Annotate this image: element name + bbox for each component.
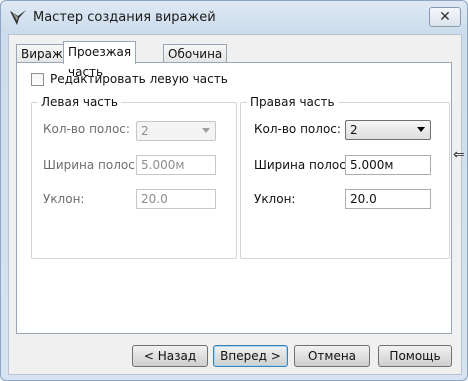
edit-left-checkbox[interactable]	[31, 72, 44, 86]
title-bar[interactable]: Мастер создания виражей ✕	[1, 1, 467, 35]
tab-shoulder[interactable]: Обочина	[163, 44, 228, 63]
right-part-title: Правая часть	[247, 95, 338, 109]
close-button[interactable]: ✕	[429, 7, 461, 27]
right-part-group: Правая часть Кол-во полос: 2 Ширина поло…	[240, 95, 450, 259]
right-lanes-label: Кол-во полос:	[254, 122, 341, 136]
right-slope-input[interactable]: 20.0	[345, 189, 431, 209]
left-slope-label: Уклон:	[43, 192, 85, 206]
left-lanes-select[interactable]: 2	[136, 121, 216, 141]
app-logo-icon	[10, 10, 26, 25]
tab-virage[interactable]: Вираж	[16, 44, 68, 63]
right-width-input[interactable]: 5.000м	[345, 155, 431, 175]
left-slope-input[interactable]: 20.0	[136, 189, 216, 209]
right-lanes-select[interactable]: 2	[345, 120, 431, 140]
left-part-title: Левая часть	[38, 95, 121, 109]
close-icon: ✕	[439, 9, 451, 25]
edit-left-checkbox-row[interactable]: Редактировать левую часть	[31, 72, 228, 86]
chevron-down-icon	[417, 127, 425, 132]
next-button[interactable]: Вперед >	[213, 345, 288, 367]
left-lanes-label: Кол-во полос:	[43, 122, 130, 136]
resize-arrow-icon: ⇐	[453, 147, 465, 163]
help-button[interactable]: Помощь	[378, 345, 452, 367]
right-width-label: Ширина полосы:	[254, 158, 360, 172]
cancel-button[interactable]: Отмена	[294, 345, 370, 367]
wizard-window: Мастер создания виражей ✕ Вираж Проезжая…	[0, 0, 468, 381]
tab-panel: Редактировать левую часть Левая часть Ко…	[16, 62, 452, 334]
left-width-label: Ширина полосы:	[43, 158, 149, 172]
left-width-input[interactable]: 5.000м	[136, 155, 216, 175]
left-part-group: Левая часть Кол-во полос: 2 Ширина полос…	[31, 95, 237, 259]
dialog-body: Вираж Проезжая часть Обочина Редактирова…	[8, 34, 462, 375]
window-title: Мастер создания виражей	[33, 10, 216, 25]
back-button[interactable]: < Назад	[132, 345, 208, 367]
chevron-down-icon	[202, 128, 210, 133]
tab-carriageway[interactable]: Проезжая часть	[63, 41, 137, 79]
right-slope-label: Уклон:	[254, 192, 296, 206]
